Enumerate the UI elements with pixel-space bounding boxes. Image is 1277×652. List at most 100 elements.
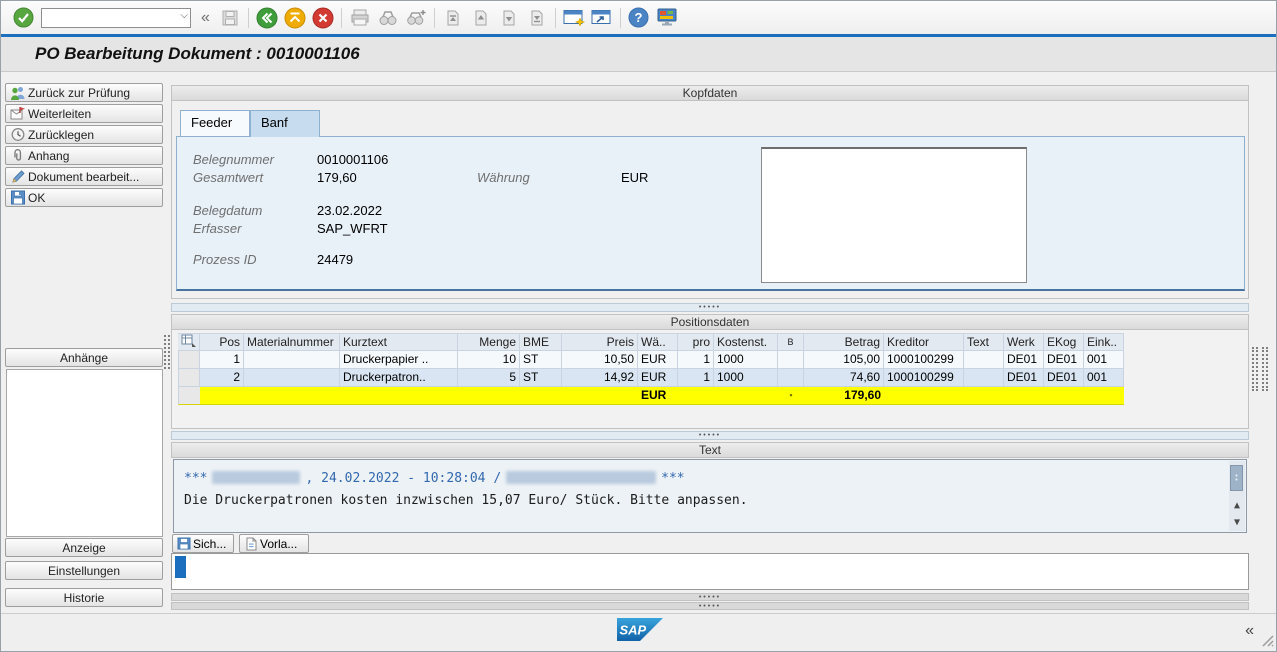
cell-waehrung: EUR <box>638 351 678 369</box>
row-select-cell[interactable] <box>178 387 200 405</box>
field-label: Gesamtwert <box>193 170 263 185</box>
sichern-button[interactable]: Sich... <box>172 534 234 553</box>
toolbar-separator <box>555 8 556 28</box>
window-resize-grip[interactable] <box>1260 633 1274 652</box>
positionsdaten-panel-header: Positionsdaten <box>171 314 1249 330</box>
cell-kostenstelle: 1000 <box>714 369 778 387</box>
column-header-kurztext[interactable]: Kurztext <box>340 333 458 351</box>
total-cell <box>1084 387 1124 405</box>
cell-pro: 1 <box>678 351 714 369</box>
text-log-area[interactable]: ***, 24.02.2022 - 10:28:04 /*** Die Druc… <box>173 459 1247 533</box>
column-header-eink[interactable]: Eink.. <box>1084 333 1124 351</box>
table-row[interactable]: 1 Druckerpapier .. 10 ST 10,50 EUR 1 100… <box>178 351 1124 369</box>
cancel-icon[interactable] <box>310 5 336 31</box>
column-header-werk[interactable]: Werk <box>1004 333 1044 351</box>
total-cell <box>678 387 714 405</box>
cell-betrag: 74,60 <box>804 369 884 387</box>
total-cell <box>200 387 244 405</box>
column-header-kreditor[interactable]: Kreditor <box>884 333 964 351</box>
command-field[interactable]: ⌵ <box>41 8 191 28</box>
save-floppy-icon <box>9 190 26 205</box>
attachments-header[interactable]: Anhänge <box>5 348 163 367</box>
shortcut-icon[interactable] <box>589 5 615 31</box>
sidebar-button-ok[interactable]: OK <box>5 188 163 207</box>
header-note-textarea[interactable] <box>761 147 1027 283</box>
toolbar-separator <box>434 8 435 28</box>
total-currency: EUR <box>638 387 678 405</box>
text-editor-input[interactable] <box>171 553 1249 590</box>
horizontal-splitter[interactable]: ••••• <box>171 431 1249 440</box>
next-page-icon[interactable] <box>496 5 522 31</box>
column-header-menge[interactable]: Menge <box>458 333 520 351</box>
cell-preis: 14,92 <box>562 369 638 387</box>
column-header-waehrung[interactable]: Wä.. <box>638 333 678 351</box>
vertical-splitter-grip[interactable] <box>164 335 170 369</box>
exit-icon[interactable] <box>282 5 308 31</box>
text-scrollbar[interactable]: •• ▲ ▼ <box>1229 461 1245 531</box>
cell-materialnummer <box>244 369 340 387</box>
back-icon[interactable] <box>254 5 280 31</box>
vertical-splitter-grip[interactable] <box>1262 347 1268 391</box>
new-session-icon[interactable] <box>561 5 587 31</box>
first-page-icon[interactable] <box>440 5 466 31</box>
cell-pos: 2 <box>200 369 244 387</box>
column-header-betrag[interactable]: Betrag <box>804 333 884 351</box>
scroll-down-icon[interactable]: ▼ <box>1230 516 1244 530</box>
log-stars: *** <box>184 471 207 486</box>
sidebar-button-historie[interactable]: Historie <box>5 588 163 607</box>
horizontal-splitter[interactable]: ••••• <box>171 303 1249 312</box>
redacted-name <box>212 471 300 484</box>
command-input[interactable] <box>41 8 191 28</box>
field-label: Belegnummer <box>193 152 274 167</box>
column-header-preis[interactable]: Preis <box>562 333 638 351</box>
row-select-cell[interactable] <box>178 369 200 387</box>
column-header-bme[interactable]: BME <box>520 333 562 351</box>
sidebar-button-anhang[interactable]: Anhang <box>5 146 163 165</box>
tab-banf[interactable]: Banf <box>250 110 320 137</box>
column-header-kostenstelle[interactable]: Kostenst. <box>714 333 778 351</box>
table-row[interactable]: 2 Druckerpatron.. 5 ST 14,92 EUR 1 1000 … <box>178 369 1124 387</box>
column-header-pro[interactable]: pro <box>678 333 714 351</box>
find-next-icon[interactable] <box>403 5 429 31</box>
cell-kreditor: 1000100299 <box>884 369 964 387</box>
collapse-panel-icon[interactable]: « <box>1245 622 1254 640</box>
print-icon[interactable] <box>347 5 373 31</box>
last-page-icon[interactable] <box>524 5 550 31</box>
enter-icon[interactable] <box>10 5 36 31</box>
edit-pencil-icon <box>9 169 26 184</box>
sidebar-button-zuruecklegen[interactable]: Zurücklegen <box>5 125 163 144</box>
attachments-header-label: Anhänge <box>60 351 108 365</box>
bottom-splitter[interactable]: ••••• <box>171 593 1249 601</box>
sidebar-button-weiterleiten[interactable]: Weiterleiten <box>5 104 163 123</box>
scroll-up-icon[interactable]: ▲ <box>1230 499 1244 513</box>
save-icon[interactable] <box>217 5 243 31</box>
find-icon[interactable] <box>375 5 401 31</box>
tab-feeder[interactable]: Feeder <box>180 110 250 137</box>
column-header-ekog[interactable]: EKog <box>1044 333 1084 351</box>
scrollbar-thumb[interactable]: •• <box>1230 465 1243 491</box>
gui-settings-icon[interactable] <box>654 5 680 31</box>
vertical-splitter-grip[interactable] <box>1252 347 1258 391</box>
redacted-name <box>506 471 656 484</box>
previous-page-icon[interactable] <box>468 5 494 31</box>
table-layout-button[interactable] <box>178 333 200 351</box>
cell-kurztext: Druckerpapier .. <box>340 351 458 369</box>
chevron-down-icon[interactable]: ⌵ <box>180 10 188 21</box>
attachments-list[interactable] <box>6 369 163 537</box>
column-header-text[interactable]: Text <box>964 333 1004 351</box>
sidebar-button-anzeige[interactable]: Anzeige <box>5 538 163 557</box>
collapse-toolbar-icon[interactable]: « <box>201 8 210 28</box>
tab-label: Banf <box>261 115 288 130</box>
column-header-materialnummer[interactable]: Materialnummer <box>244 333 340 351</box>
sidebar-button-einstellungen[interactable]: Einstellungen <box>5 561 163 580</box>
column-header-pos[interactable]: Pos <box>200 333 244 351</box>
bottom-splitter[interactable]: ••••• <box>171 602 1249 610</box>
row-select-cell[interactable] <box>178 351 200 369</box>
vorlage-button[interactable]: Vorla... <box>239 534 309 553</box>
sidebar-button-zurueck-zur-pruefung[interactable]: Zurück zur Prüfung <box>5 83 163 102</box>
cell-text <box>964 351 1004 369</box>
belegdatum-value: 23.02.2022 <box>317 203 382 218</box>
column-header-b[interactable]: B <box>778 333 804 351</box>
help-icon[interactable]: ? <box>626 5 652 31</box>
sidebar-button-dokument-bearbeiten[interactable]: Dokument bearbeit... <box>5 167 163 186</box>
